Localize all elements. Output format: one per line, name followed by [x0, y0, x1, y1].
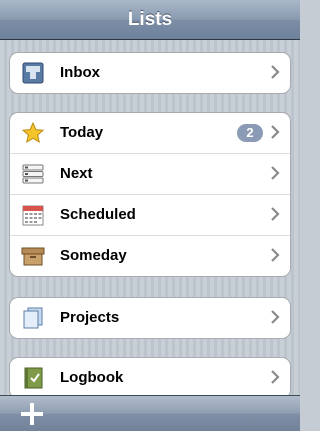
list-item-scheduled[interactable]: Scheduled [10, 194, 290, 235]
bottom-toolbar [0, 395, 300, 431]
chevron-right-icon [271, 125, 280, 139]
nav-bar: Lists [0, 0, 300, 40]
projects-icon [23, 307, 43, 329]
list-item-next[interactable]: Next [10, 153, 290, 194]
chevron-right-icon [271, 65, 280, 79]
calendar-icon [22, 205, 44, 226]
star-icon [21, 122, 45, 144]
chevron-right-icon [271, 207, 280, 221]
list-item-label: Inbox [60, 64, 100, 81]
inbox-icon [22, 62, 44, 84]
chevron-right-icon [271, 166, 280, 180]
logbook-icon [24, 367, 43, 389]
chevron-right-icon [271, 248, 280, 262]
chevron-right-icon [271, 310, 280, 324]
stack-icon [22, 164, 44, 184]
list-item-label: Scheduled [60, 206, 136, 223]
list-item-label: Today [60, 124, 104, 141]
list-item-label: Next [60, 165, 93, 182]
list-item-someday[interactable]: Someday [10, 235, 290, 276]
list-item-inbox[interactable]: Inbox [10, 53, 290, 93]
list-item-label: Projects [60, 309, 120, 326]
list-item-today[interactable]: Today 2 [10, 113, 290, 153]
box-icon [21, 247, 45, 266]
group-inbox: Inbox [9, 52, 291, 94]
plus-icon[interactable] [20, 402, 44, 426]
list-item-label: Logbook [60, 369, 124, 386]
group-projects: Projects [9, 297, 291, 339]
page-title: Lists [127, 9, 173, 30]
group-logbook: Logbook [9, 357, 291, 399]
list-item-label: Someday [60, 247, 127, 264]
chevron-right-icon [271, 370, 280, 384]
count-badge: 2 [237, 124, 263, 142]
list-item-projects[interactable]: Projects [10, 298, 290, 338]
group-focus: Today 2 Next Scheduled Someday [9, 112, 291, 277]
list-item-logbook[interactable]: Logbook [10, 358, 290, 398]
